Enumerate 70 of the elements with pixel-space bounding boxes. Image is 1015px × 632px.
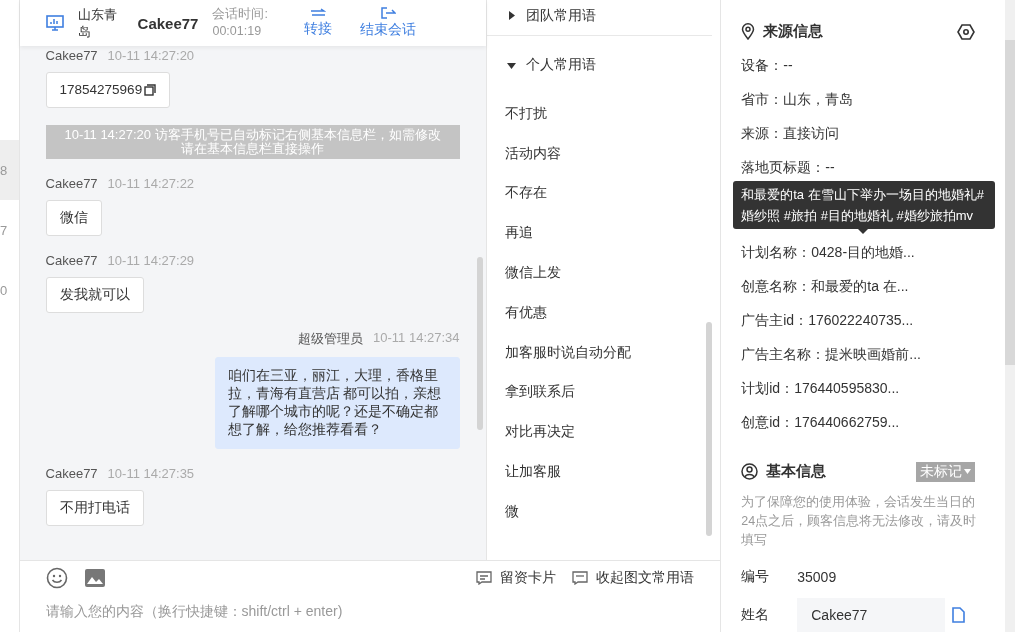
- phrase-item[interactable]: 不打扰: [504, 94, 703, 134]
- info-row-text: 计划id：176440595830...: [741, 379, 901, 399]
- image-icon: [83, 568, 106, 588]
- end-session-button[interactable]: 结束会话: [360, 7, 417, 39]
- settings-icon[interactable]: [957, 23, 976, 40]
- message-bubble: 不用打电话: [45, 490, 144, 526]
- info-note: 为了保障您的使用体验，会话发生当日的24点之后，顾客信息将无法修改，请及时填写: [741, 494, 978, 550]
- scrollbar[interactable]: [476, 257, 483, 430]
- message-icon: [572, 571, 589, 585]
- field-label: 姓名: [741, 606, 771, 624]
- message-bubble: 咱们在三亚，丽江，大理，香格里拉，青海有直营店 都可以拍，亲想了解哪个城市的呢？还是不确定都想了解，给您推荐看看？: [214, 357, 460, 449]
- info-row-text: 计划名称：0428-目的地婚...: [741, 243, 916, 263]
- info-row-text: 设备：--: [741, 56, 794, 76]
- caret-icon: [506, 60, 516, 70]
- caret-icon: [506, 11, 516, 20]
- lead-card-button[interactable]: 留资卡片: [476, 569, 557, 587]
- info-row-text: 落地页标题：--: [741, 158, 836, 178]
- info-row-text: 来源：直接访问: [741, 124, 841, 144]
- sender-name: Cakee77: [45, 253, 98, 268]
- sender-name: Cakee77: [45, 466, 98, 481]
- message-time: 10-11 14:27:34: [373, 330, 460, 347]
- message-bubble: 发我就可以: [45, 277, 144, 313]
- visitor-location: 山东青岛: [77, 6, 118, 40]
- collapse-phrases-button[interactable]: 收起图文常用语: [572, 569, 695, 587]
- phrase-item[interactable]: 活动内容: [504, 133, 703, 174]
- phrase-item[interactable]: 微: [504, 491, 703, 532]
- arrows-icon: [310, 8, 327, 18]
- emoji-icon: [45, 567, 68, 589]
- section-title: 基本信息: [766, 462, 828, 482]
- phrase-item[interactable]: 让加客服: [504, 452, 703, 492]
- field-label: 编号: [741, 568, 771, 587]
- message-time: 10-11 14:27:22: [107, 176, 195, 191]
- tooltip-pointer: [858, 229, 869, 235]
- monitor-icon: [45, 15, 64, 31]
- message-input[interactable]: 请输入您的内容（换行快捷键：shift/ctrl + enter): [45, 603, 466, 619]
- location-pin-icon: [741, 23, 756, 41]
- message-time: 10-11 14:27:35: [107, 466, 195, 481]
- name-field[interactable]: Cakee77: [797, 598, 946, 632]
- sender-name: Cakee77: [45, 176, 98, 191]
- info-row-text: 省市：山东，青岛: [741, 90, 855, 110]
- caret-icon: [964, 469, 972, 475]
- exit-icon: [380, 7, 397, 19]
- message-icon: [476, 571, 493, 585]
- visitor-name: Cakee77: [137, 14, 199, 32]
- message-bubble: 17854275969: [45, 72, 171, 108]
- sender-name: 超级管理员: [298, 330, 364, 348]
- message-bubble: 微信: [45, 200, 102, 236]
- scrollbar[interactable]: [706, 322, 713, 536]
- phrase-item[interactable]: 不存在: [504, 173, 703, 214]
- phrase-item[interactable]: 再追: [504, 213, 703, 254]
- scrollbar[interactable]: [1005, 40, 1015, 365]
- user-icon: [741, 463, 759, 481]
- session-duration: 会话时间: 00:01:19: [212, 6, 269, 40]
- sender-name: Cakee77: [45, 48, 98, 63]
- transfer-button[interactable]: 转接: [304, 8, 333, 38]
- message-time: 10-11 14:27:29: [107, 253, 195, 268]
- info-row-text: 创意名称：和最爱的ta 在...: [741, 277, 910, 297]
- info-row-text: 广告主名称：提米映画婚前...: [741, 345, 922, 365]
- phrase-item[interactable]: 拿到联系后: [504, 372, 703, 413]
- phrase-item[interactable]: 微信上发: [504, 253, 703, 293]
- phrase-item[interactable]: 加客服时说自动分配: [504, 332, 703, 373]
- phrase-group-header[interactable]: 团队常用语: [486, 0, 713, 36]
- message-time: 10-11 14:27:20: [107, 48, 195, 63]
- section-title: 来源信息: [763, 22, 825, 42]
- info-row-text: 广告主id：176022240735...: [741, 311, 915, 331]
- phrase-group-header[interactable]: 个人常用语: [486, 36, 721, 94]
- phrase-item[interactable]: 对比再决定: [504, 412, 703, 453]
- info-row-text: 创意id：176440662759...: [741, 413, 901, 433]
- phrase-item[interactable]: 有优惠: [504, 293, 703, 333]
- field-value: 35009: [797, 569, 837, 586]
